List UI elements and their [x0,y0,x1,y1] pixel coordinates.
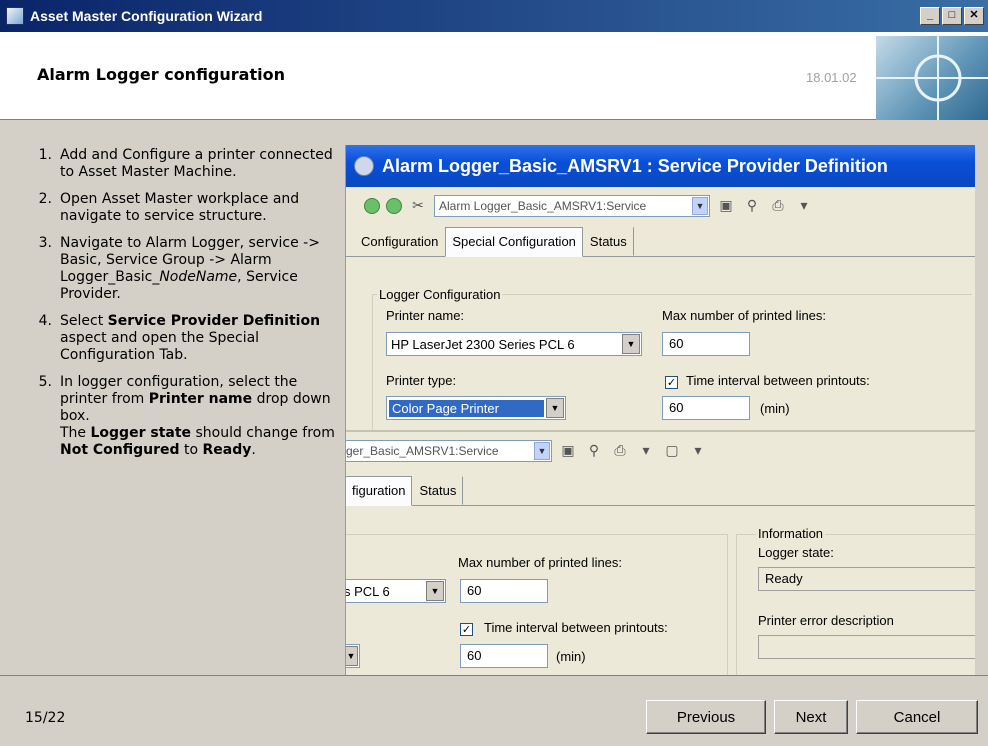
dialog-title-bar: Alarm Logger_Basic_AMSRV1 : Service Prov… [346,145,975,187]
page-counter: 15/22 [25,710,66,726]
interval-unit: (min) [760,401,790,416]
tab-configuration[interactable]: Configuration [354,227,445,256]
print-icon[interactable]: ⎙ [768,197,788,215]
close-button[interactable]: ✕ [964,7,984,25]
error-description-label: Printer error description [758,613,894,628]
step-4: 4. Select Service Provider Definition asp… [38,313,321,363]
header-logo [876,36,988,120]
tab-status[interactable]: Status [583,227,634,256]
dialog-title: Alarm Logger_Basic_AMSRV1 : Service Prov… [382,155,888,176]
tab-special-configuration[interactable]: Special Configuration [445,227,583,257]
embedded-screenshot: Alarm Logger_Basic_AMSRV1 : Service Prov… [345,145,975,675]
logger-state-label: Logger state: [758,545,834,560]
interval-input[interactable]: 60 [662,396,750,420]
printer-name-select-2[interactable]: s PCL 6 ▼ [346,579,446,603]
function-icon[interactable]: ▾ [794,197,814,215]
link-icon[interactable]: ⚲ [742,197,762,215]
back-icon[interactable] [364,198,380,214]
page-title: Alarm Logger configuration [37,65,285,84]
printer-name-select[interactable]: HP LaserJet 2300 Series PCL 6 ▼ [386,332,642,356]
minimize-button[interactable]: _ [920,7,940,25]
stack-icon[interactable]: ▣ [716,197,736,215]
interval-checkbox[interactable]: ✓ [665,376,678,389]
previous-button[interactable]: Previous [646,700,766,734]
function-icon-2[interactable]: ▾ [636,442,656,460]
dialog2-toolbar: ger_Basic_AMSRV1:Service ▼ ▣ ⚲ ⎙ ▾ ▢ ▾ [346,432,975,470]
app-icon [6,7,24,25]
interval-label-2: Time interval between printouts: [484,620,668,635]
gear-icon [354,156,374,176]
version-label: 18.01.02 [806,70,857,85]
path-combo-2[interactable]: ger_Basic_AMSRV1:Service ▼ [346,440,552,462]
next-button[interactable]: Next [774,700,848,734]
interval-label: Time interval between printouts: [686,373,870,388]
step-3: 3. Navigate to Alarm Logger, service -> B… [38,235,320,302]
logger-state-value: Ready [758,567,975,591]
interval-checkbox-2[interactable]: ✓ [460,623,473,636]
stack-icon-2[interactable]: ▣ [558,442,578,460]
max-lines-label-2: Max number of printed lines: [458,555,623,570]
interval-unit-2: (min) [556,649,586,664]
step-1: 1. Add and Configure a printer connected … [38,147,333,180]
information-legend: Information [756,526,826,541]
window-icon[interactable]: ▢ [662,442,682,460]
title-bar: Asset Master Configuration Wizard _ □ ✕ [0,0,988,32]
dialog-toolbar: ✂ Alarm Logger_Basic_AMSRV1:Service ▼ ▣ ⚲… [346,187,975,225]
step-2: 2. Open Asset Master workplace and naviga… [38,191,300,224]
service-provider-dialog: Alarm Logger_Basic_AMSRV1 : Service Prov… [346,145,975,432]
print-icon-2[interactable]: ⎙ [610,442,630,460]
max-lines-input-2[interactable]: 60 [460,579,548,603]
link-icon-2[interactable]: ⚲ [584,442,604,460]
window-title: Asset Master Configuration Wizard [30,8,263,24]
step-5: 5. In logger configuration, select the pr… [38,374,335,458]
printer-type-label: Printer type: [386,373,457,388]
chevron-down-icon[interactable]: ▾ [688,442,708,460]
instruction-list: 1. Add and Configure a printer connected … [38,147,345,469]
error-description-field [758,635,975,659]
printer-name-label: Printer name: [386,308,465,323]
tab-configuration-2[interactable]: figuration [346,476,413,506]
path-combo[interactable]: Alarm Logger_Basic_AMSRV1:Service ▼ [434,195,710,217]
printer-type-select-2[interactable]: ▼ [346,644,360,668]
wizard-header: Alarm Logger configuration 18.01.02 [0,32,988,120]
service-provider-dialog-zoom: ger_Basic_AMSRV1:Service ▼ ▣ ⚲ ⎙ ▾ ▢ ▾ fi… [346,430,975,675]
cancel-button[interactable]: Cancel [856,700,978,734]
tools-icon[interactable]: ✂ [408,197,428,215]
max-lines-input[interactable]: 60 [662,332,750,356]
maximize-button[interactable]: □ [942,7,962,25]
dialog2-tabs: figuration Status [346,476,975,506]
max-lines-label: Max number of printed lines: [662,308,827,323]
interval-input-2[interactable]: 60 [460,644,548,668]
tab-status-2[interactable]: Status [412,476,464,505]
dialog-tabs: Configuration Special Configuration Stat… [346,227,975,257]
forward-icon[interactable] [386,198,402,214]
printer-type-select[interactable]: Color Page Printer ▼ [386,396,566,420]
